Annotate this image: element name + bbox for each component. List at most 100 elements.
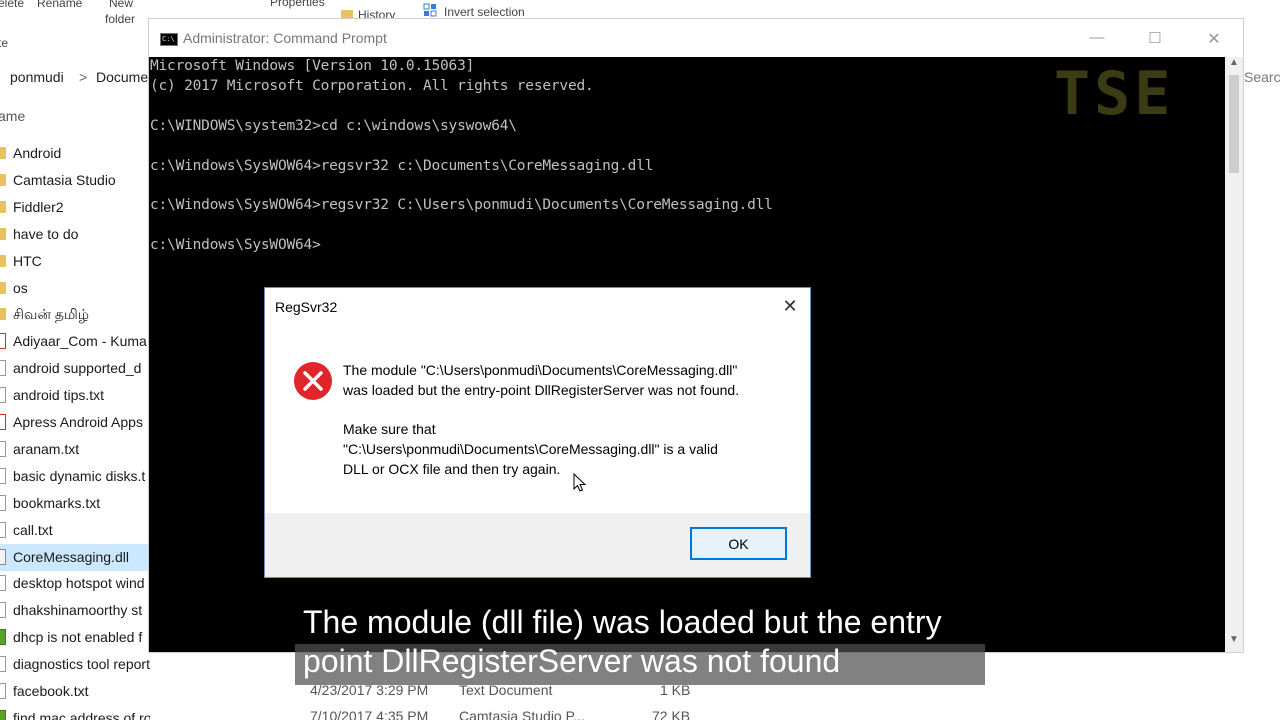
folder-icon	[0, 227, 6, 240]
file-list-item[interactable]: aranam.txt	[0, 436, 150, 463]
txt-file-icon	[0, 575, 6, 592]
minimize-button[interactable]: —	[1074, 29, 1120, 51]
dll-file-icon	[0, 548, 6, 565]
mouse-cursor-icon	[573, 472, 587, 493]
new-folder-label-line2[interactable]: folder	[105, 12, 135, 26]
file-type: Camtasia Studio P...	[459, 708, 585, 720]
window-title: Administrator: Command Prompt	[183, 30, 387, 46]
file-list-item[interactable]: diagnostics tool report.txt	[0, 651, 150, 678]
file-name: have to do	[13, 225, 79, 242]
file-list-item[interactable]: call.txt	[0, 517, 150, 544]
dialog-button-bar: OK	[265, 513, 810, 577]
txt-file-icon	[0, 360, 6, 377]
txt-file-icon	[0, 656, 6, 673]
console-line: c:\Windows\SysWOW64>regsvr32 C:\Users\po…	[150, 197, 773, 214]
file-list-item[interactable]: android tips.txt	[0, 382, 150, 409]
folder-icon	[0, 281, 6, 294]
file-name: facebook.txt	[13, 683, 89, 699]
invert-selection-button[interactable]: Invert selection	[444, 5, 525, 19]
file-list-item[interactable]: Apress Android Apps	[0, 409, 150, 436]
file-name: Apress Android Apps	[13, 414, 143, 430]
file-name: find mac address of router.camproj	[13, 709, 150, 720]
file-list-item[interactable]: desktop hotspot wind	[0, 570, 150, 597]
maximize-button[interactable]: ☐	[1132, 29, 1178, 51]
new-folder-label-line1[interactable]: New	[109, 0, 133, 10]
search-box[interactable]: Searc	[1244, 69, 1280, 85]
file-name: aranam.txt	[13, 440, 80, 457]
file-list-item[interactable]: CoreMessaging.dll	[0, 543, 150, 571]
file-name: Camtasia Studio	[13, 171, 116, 188]
ribbon-fragment-label: te	[0, 36, 9, 50]
console-line: c:\Windows\SysWOW64>	[150, 237, 321, 254]
error-message-line: was loaded but the entry-point DllRegist…	[343, 382, 740, 398]
file-list-item[interactable]: dhakshinamoorthy st	[0, 597, 150, 624]
file-list-item[interactable]: find mac address of router.camproj	[0, 705, 150, 720]
file-list-item[interactable]: HTC	[0, 248, 150, 275]
file-list-item[interactable]: basic dynamic disks.t	[0, 463, 150, 490]
file-name: android supported_d	[13, 360, 142, 377]
file-name: basic dynamic disks.t	[13, 467, 146, 484]
folder-icon	[0, 147, 6, 159]
breadcrumb-ponmudi[interactable]: ponmudi	[10, 69, 64, 85]
file-name: Android	[13, 145, 62, 161]
file-size: 72 KB	[652, 708, 691, 720]
file-list-item[interactable]: android supported_d	[0, 355, 150, 382]
breadcrumb-separator: >	[79, 69, 88, 85]
file-list-item[interactable]: facebook.txt	[0, 678, 150, 705]
error-message-line: Make sure that	[343, 421, 436, 437]
cam-file-icon	[0, 709, 6, 720]
dialog-close-button[interactable]: ✕	[775, 294, 805, 318]
file-list-item[interactable]: சிவன் தமிழ்	[0, 301, 150, 328]
console-line: Microsoft Windows [Version 10.0.15063]	[150, 58, 475, 74]
scroll-up-arrow-icon[interactable]: ▲	[1225, 57, 1243, 73]
screen: elete Rename te New folder Properties Hi…	[0, 0, 1280, 720]
rename-button[interactable]: Rename	[37, 0, 82, 10]
file-list-item[interactable]: Fiddler2	[0, 194, 150, 221]
file-list-item[interactable]: Adiyaar_Com - Kuma	[0, 328, 150, 355]
file-list-item[interactable]: bookmarks.txt	[0, 490, 150, 517]
file-name: Adiyaar_Com - Kuma	[13, 333, 147, 350]
file-name: bookmarks.txt	[13, 494, 101, 511]
error-icon	[293, 361, 333, 401]
file-name: dhakshinamoorthy st	[13, 602, 143, 619]
file-name: சிவன் தமிழ்	[13, 306, 89, 323]
folder-icon	[0, 200, 6, 213]
error-message-line: DLL or OCX file and then try again.	[343, 461, 561, 477]
properties-button[interactable]: Properties	[270, 0, 325, 9]
dialog-title: RegSvr32	[275, 299, 338, 315]
txt-file-icon	[0, 683, 6, 699]
ok-button[interactable]: OK	[690, 527, 787, 560]
invert-selection-icon	[423, 3, 439, 17]
scrollbar-thumb[interactable]	[1229, 75, 1239, 173]
file-list-item[interactable]: os	[0, 275, 150, 302]
file-name: CoreMessaging.dll	[13, 548, 129, 565]
file-name: android tips.txt	[13, 387, 105, 404]
delete-button-label[interactable]: elete	[0, 0, 24, 10]
command-prompt-titlebar[interactable]: C:\ Administrator: Command Prompt — ☐ ✕	[149, 19, 1243, 57]
file-list-item[interactable]: dhcp is not enabled f	[0, 624, 150, 651]
txt-file-icon	[0, 602, 6, 619]
file-name: Fiddler2	[13, 198, 64, 215]
folder-icon	[0, 308, 6, 321]
txt-file-icon	[0, 440, 6, 457]
file-list-item[interactable]: Camtasia Studio	[0, 167, 150, 194]
console-line: c:\Windows\SysWOW64>regsvr32 c:\Document…	[150, 157, 654, 174]
command-prompt-icon: C:\	[160, 33, 178, 46]
file-list-item[interactable]: Android	[0, 140, 150, 167]
txt-file-icon	[0, 387, 6, 404]
txt-file-icon	[0, 521, 6, 538]
error-message-line: "C:\Users\ponmudi\Documents\CoreMessagin…	[343, 441, 718, 457]
subtitle-line-2: point DllRegisterServer was not found	[303, 643, 841, 679]
file-name: os	[13, 279, 28, 296]
close-button[interactable]: ✕	[1191, 29, 1237, 51]
file-list-item[interactable]: have to do	[0, 221, 150, 248]
file-name: dhcp is not enabled f	[13, 629, 143, 646]
file-name: diagnostics tool report.txt	[13, 656, 150, 673]
txt-file-icon	[0, 467, 6, 484]
breadcrumb-documents[interactable]: Docume	[96, 69, 148, 85]
column-header-name[interactable]: ame	[0, 108, 25, 124]
pdf-file-icon	[0, 333, 6, 350]
scroll-down-arrow-icon[interactable]: ▼	[1225, 634, 1243, 650]
console-scrollbar[interactable]: ▲ ▼	[1225, 57, 1243, 652]
file-date: 7/10/2017 4:35 PM	[310, 708, 429, 720]
